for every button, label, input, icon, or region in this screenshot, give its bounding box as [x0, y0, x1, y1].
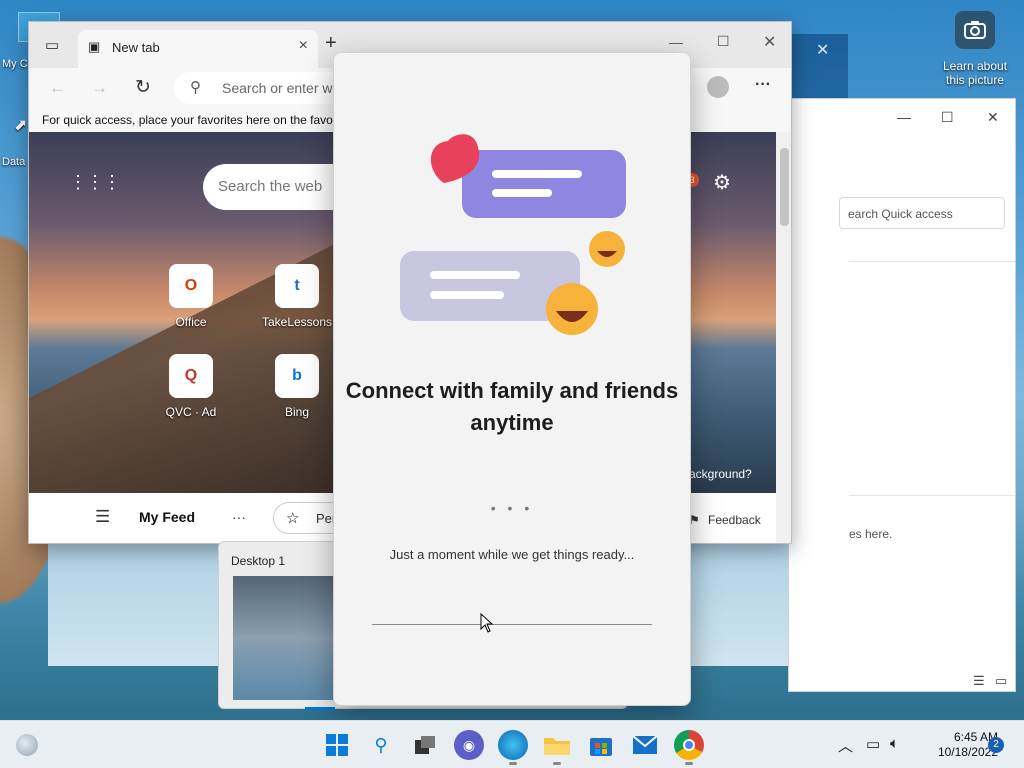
edge-icon[interactable] — [498, 730, 528, 760]
office-icon[interactable]: O — [169, 264, 213, 308]
volume-icon[interactable]: 🔈︎ — [890, 735, 899, 752]
search-icon: ⚲ — [190, 79, 201, 96]
gear-icon[interactable]: ⚙ — [713, 170, 731, 195]
close-icon[interactable]: ✕ — [816, 40, 829, 60]
avatar[interactable] — [707, 76, 729, 98]
maximize-icon[interactable]: ☐ — [717, 33, 730, 50]
start-icon[interactable] — [322, 730, 352, 760]
desktop-icon-label: Data — [2, 156, 26, 168]
desktop-icon-label: My C — [2, 58, 28, 70]
status-message: Just a moment while we get things ready.… — [389, 547, 635, 562]
task-view-icon[interactable] — [410, 730, 440, 760]
more-options-icon[interactable]: ··· — [755, 76, 771, 94]
divider — [849, 495, 1015, 496]
file-explorer-icon[interactable] — [542, 730, 572, 760]
forward-icon[interactable]: → — [91, 78, 108, 98]
star-icon: ☆ — [286, 510, 300, 527]
notification-badge[interactable]: 2 — [988, 737, 1004, 753]
page-icon: ▣ — [88, 39, 101, 54]
mouse-cursor-icon — [480, 613, 494, 633]
new-tab-icon[interactable]: + — [325, 32, 337, 55]
feed-more-icon[interactable]: ··· — [232, 509, 246, 525]
apps-launcher-icon[interactable]: ⋮⋮⋮ — [69, 172, 121, 193]
bing-icon[interactable]: b — [275, 354, 319, 398]
takelessons-icon[interactable]: t — [275, 264, 319, 308]
teams-setup-dialog: Connect with family and friends anytime … — [333, 52, 691, 706]
data-icon[interactable]: ⬈ — [14, 115, 27, 135]
desktop-thumbnail[interactable] — [233, 576, 335, 700]
clock[interactable]: 6:45 AM 10/18/2022 — [918, 730, 998, 760]
minimize-icon[interactable]: — — [897, 109, 911, 125]
menu-icon[interactable]: ☰ — [95, 507, 110, 527]
chat-illustration — [400, 134, 626, 335]
quick-link-label[interactable]: QVC · Ad — [151, 405, 231, 419]
scrollbar[interactable] — [776, 132, 791, 543]
progress-line — [372, 624, 652, 625]
clock-date: 10/18/2022 — [937, 745, 998, 759]
quick-link-label[interactable]: Bing — [257, 405, 337, 419]
tiles-view-icon[interactable]: ▭ — [995, 673, 1007, 689]
learn-about-picture-link[interactable]: Learn about this picture — [936, 59, 1014, 87]
maximize-icon[interactable]: ☐ — [941, 109, 954, 126]
feedback-button[interactable]: Feedback — [708, 513, 761, 527]
close-icon[interactable]: ✕ — [763, 32, 776, 52]
scrollbar-thumb[interactable] — [780, 148, 789, 226]
desktop-label: Desktop 1 — [231, 554, 286, 568]
tab-title: New tab — [112, 40, 160, 55]
refresh-icon[interactable]: ↻ — [135, 76, 151, 99]
search-icon[interactable]: ⚲ — [366, 730, 396, 760]
active-indicator — [305, 707, 335, 710]
dialog-heading: Connect with family and friends anytime — [345, 378, 679, 435]
tab-actions-icon[interactable]: ▭ — [45, 36, 59, 54]
quick-link-label[interactable]: TakeLessons — [257, 315, 337, 329]
running-indicator — [685, 762, 693, 765]
address-input[interactable]: Search or enter we — [222, 80, 340, 96]
store-icon[interactable] — [586, 730, 616, 760]
search-input[interactable]: earch Quick access — [839, 197, 1005, 229]
teams-chat-icon[interactable]: ◉ — [454, 730, 484, 760]
back-icon[interactable]: ← — [49, 78, 66, 98]
close-tab-icon[interactable]: × — [299, 37, 308, 55]
running-indicator — [553, 762, 561, 765]
chevron-up-icon[interactable]: ︿ — [838, 735, 853, 756]
widgets-icon[interactable] — [16, 734, 38, 756]
mail-icon[interactable] — [630, 730, 660, 760]
file-explorer-window: — ☐ ✕ earch Quick access es here. ☰ ▭ — [788, 98, 1016, 692]
feed-title[interactable]: My Feed — [139, 509, 195, 525]
close-icon[interactable]: ✕ — [987, 109, 999, 126]
empty-hint: es here. — [849, 527, 893, 541]
divider — [849, 261, 1015, 262]
chrome-icon[interactable] — [674, 730, 704, 760]
details-view-icon[interactable]: ☰ — [973, 673, 985, 689]
taskbar: ⚲ ◉ ︿ ▭ 🔈︎ 6:45 AM 10/18/2022 2 — [0, 720, 1024, 768]
tab-new-tab[interactable]: ▣ New tab × — [78, 30, 318, 68]
quick-link-label[interactable]: Office — [151, 315, 231, 329]
clock-time: 6:45 AM — [953, 730, 998, 744]
qvc-icon[interactable]: Q — [169, 354, 213, 398]
running-indicator — [509, 762, 517, 765]
minimize-icon[interactable]: — — [669, 34, 683, 50]
network-icon[interactable]: ▭ — [866, 735, 880, 753]
camera-icon[interactable] — [955, 11, 995, 49]
background-link[interactable]: ackground? — [689, 467, 752, 481]
loading-dots: • • • — [490, 500, 534, 516]
